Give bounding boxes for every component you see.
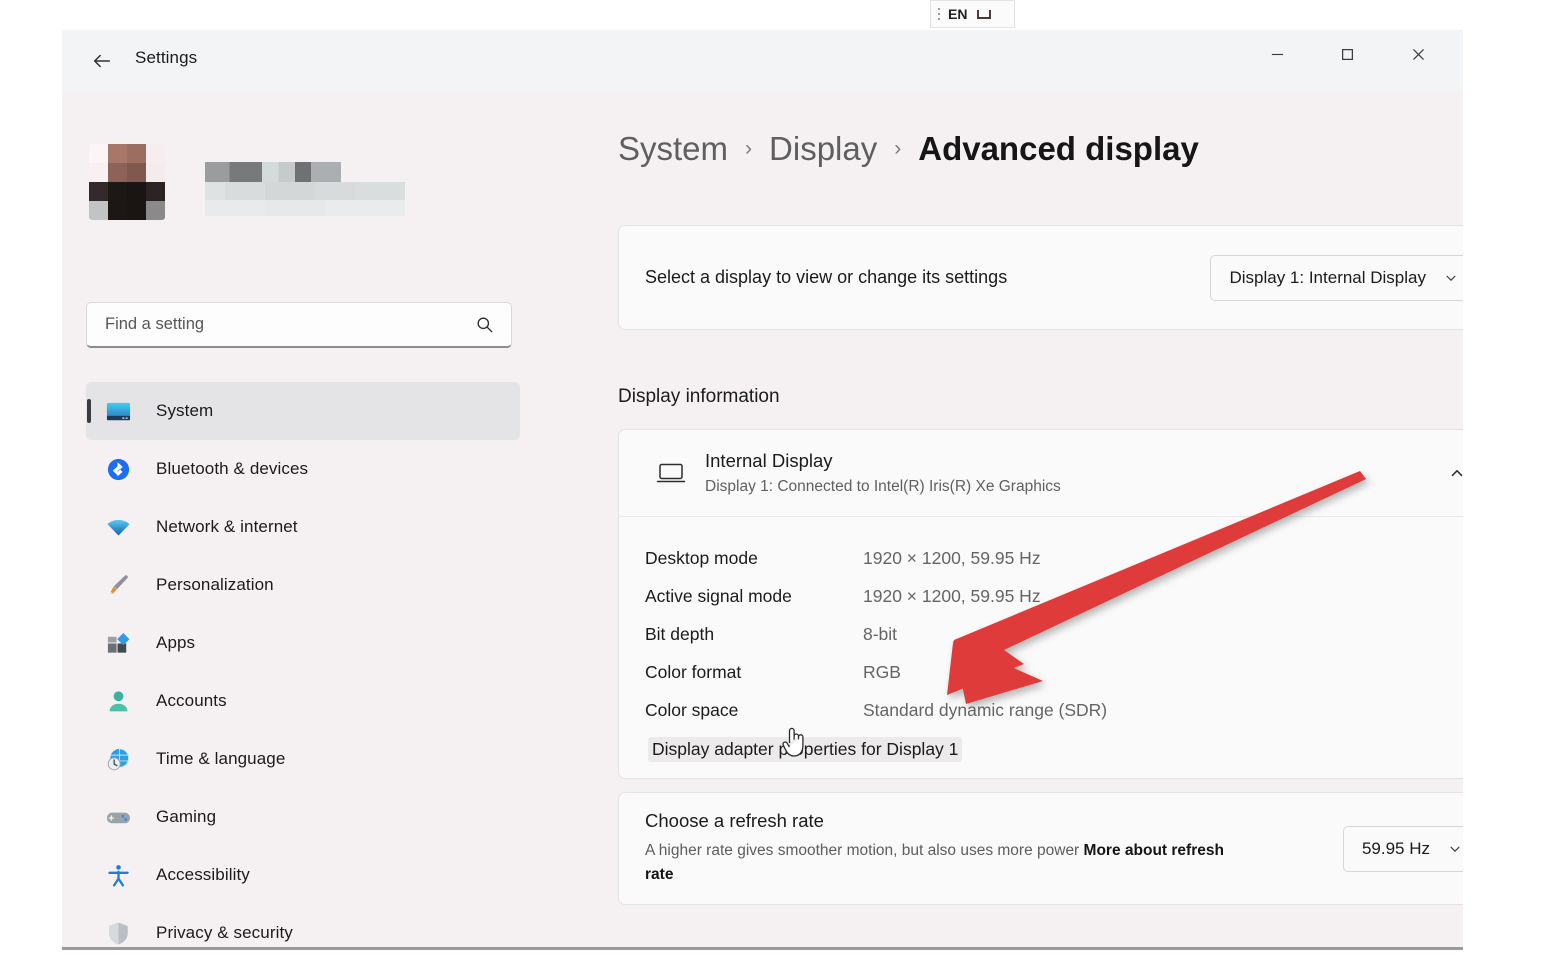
display-information-card: Internal Display Display 1: Connected to… [618, 429, 1463, 779]
refresh-rate-description: A higher rate gives smoother motion, but… [645, 839, 1245, 887]
display-select-dropdown[interactable]: Display 1: Internal Display [1210, 254, 1463, 301]
close-button[interactable] [1387, 30, 1449, 78]
sidebar-item-label: Personalization [156, 575, 274, 594]
sidebar-item-label: System [156, 401, 214, 420]
chevron-down-icon [1448, 842, 1462, 856]
sidebar-item-privacy-security[interactable]: Privacy & security [86, 904, 520, 947]
info-row: Active signal mode 1920 × 1200, 59.95 Hz [645, 577, 1463, 615]
info-value: RGB [863, 661, 901, 682]
breadcrumb-display[interactable]: Display [769, 130, 877, 168]
info-key: Desktop mode [645, 547, 758, 568]
main-content: System › Display › Advanced display Sele… [554, 92, 1463, 947]
close-icon [1412, 48, 1424, 60]
sidebar-nav: System Bluetooth & devices Network & int… [86, 382, 520, 947]
avatar [89, 144, 165, 220]
accessibility-person-icon [96, 862, 140, 889]
refresh-rate-dropdown[interactable]: 59.95 Hz [1342, 825, 1463, 872]
back-arrow-icon [93, 54, 111, 68]
sidebar-item-label: Gaming [156, 807, 217, 826]
sidebar-item-label: Apps [156, 633, 196, 652]
display-select-label: Select a display to view or change its s… [645, 267, 1008, 287]
sidebar-item-accounts[interactable]: Accounts [86, 672, 520, 730]
language-code: EN [948, 6, 968, 22]
info-value: 8-bit [863, 623, 898, 644]
maximize-button[interactable] [1316, 30, 1378, 78]
sidebar: System Bluetooth & devices [62, 92, 554, 947]
search-box[interactable] [86, 302, 512, 348]
breadcrumb-separator-icon: › [894, 137, 902, 160]
info-row: Bit depth 8-bit [645, 615, 1463, 653]
display-information-header[interactable]: Internal Display Display 1: Connected to… [619, 430, 1463, 516]
sidebar-item-label: Time & language [156, 749, 286, 768]
info-key: Color space [645, 699, 739, 720]
refresh-rate-value: 59.95 Hz [1361, 838, 1430, 858]
sidebar-item-label: Network & internet [156, 517, 298, 536]
sidebar-item-label: Bluetooth & devices [156, 459, 309, 478]
user-profile[interactable] [89, 144, 405, 220]
page-title: Advanced display [918, 130, 1199, 167]
keyboard-icon [977, 9, 992, 19]
paintbrush-icon [96, 572, 140, 599]
info-value: Standard dynamic range (SDR) [863, 699, 1108, 720]
drag-handle-icon [938, 8, 940, 20]
maximize-icon [1341, 48, 1353, 60]
sidebar-item-gaming[interactable]: Gaming [86, 788, 520, 846]
title-bar: Settings [62, 30, 1463, 92]
breadcrumb-separator-icon: › [745, 137, 753, 160]
gamepad-icon [96, 804, 140, 831]
display-select-value: Display 1: Internal Display [1229, 267, 1426, 287]
system-monitor-icon [96, 398, 140, 425]
info-row: Color format RGB [645, 653, 1463, 691]
window-title: Settings [135, 48, 198, 67]
info-key: Active signal mode [645, 585, 792, 606]
settings-window: Settings Find a setting System Bluetooth… [62, 30, 1463, 950]
sidebar-item-accessibility[interactable]: Accessibility [86, 846, 520, 904]
sidebar-item-time-language[interactable]: Time & language [86, 730, 520, 788]
clock-globe-icon [96, 746, 140, 773]
account-name-redacted [205, 162, 405, 216]
refresh-rate-title: Choose a refresh rate [645, 809, 824, 831]
info-value: 1920 × 1200, 59.95 Hz [863, 585, 1041, 606]
display-device-name: Internal Display [705, 450, 833, 471]
shield-icon [96, 920, 140, 947]
sidebar-item-apps[interactable]: Apps [86, 614, 520, 672]
search-input[interactable] [87, 315, 475, 334]
sidebar-item-personalization[interactable]: Personalization [86, 556, 520, 614]
person-icon [96, 688, 140, 715]
display-adapter-properties-link[interactable]: Display adapter properties for Display 1 [648, 737, 963, 762]
display-information-heading: Display information [618, 386, 780, 407]
sidebar-item-bluetooth-devices[interactable]: Bluetooth & devices [86, 440, 520, 498]
sidebar-item-system[interactable]: System [86, 382, 520, 440]
apps-icon [96, 630, 140, 657]
search-icon [475, 315, 494, 334]
language-indicator-popup[interactable]: EN [930, 0, 1015, 28]
chevron-up-icon [1451, 470, 1463, 477]
bluetooth-icon [96, 456, 140, 483]
sidebar-item-label: Accounts [156, 691, 227, 710]
display-select-card: Select a display to view or change its s… [618, 225, 1463, 330]
display-device-subtitle: Display 1: Connected to Intel(R) Iris(R)… [705, 478, 1061, 495]
monitor-icon [645, 457, 697, 489]
info-key: Bit depth [645, 623, 715, 644]
breadcrumb: System › Display › Advanced display [618, 130, 1199, 168]
minimize-icon [1271, 53, 1283, 55]
wifi-icon [96, 514, 140, 541]
back-button[interactable] [82, 42, 122, 80]
info-key: Color format [645, 661, 742, 682]
chevron-down-icon [1444, 271, 1458, 285]
collapse-toggle-button[interactable] [1437, 453, 1463, 493]
sidebar-item-network-internet[interactable]: Network & internet [86, 498, 520, 556]
info-row: Color space Standard dynamic range (SDR) [645, 691, 1463, 729]
info-row: Desktop mode 1920 × 1200, 59.95 Hz [645, 539, 1463, 577]
breadcrumb-system[interactable]: System [618, 130, 728, 168]
sidebar-item-label: Accessibility [156, 865, 250, 884]
sidebar-item-label: Privacy & security [156, 923, 293, 942]
screen: Settings Find a setting System Bluetooth… [0, 0, 1546, 976]
refresh-rate-description-text: A higher rate gives smoother motion, but… [645, 841, 1080, 859]
display-information-rows: Desktop mode 1920 × 1200, 59.95 Hz Activ… [619, 517, 1463, 778]
info-value: 1920 × 1200, 59.95 Hz [863, 547, 1041, 568]
refresh-rate-card: Choose a refresh rate A higher rate give… [618, 792, 1463, 905]
minimize-button[interactable] [1246, 30, 1308, 78]
